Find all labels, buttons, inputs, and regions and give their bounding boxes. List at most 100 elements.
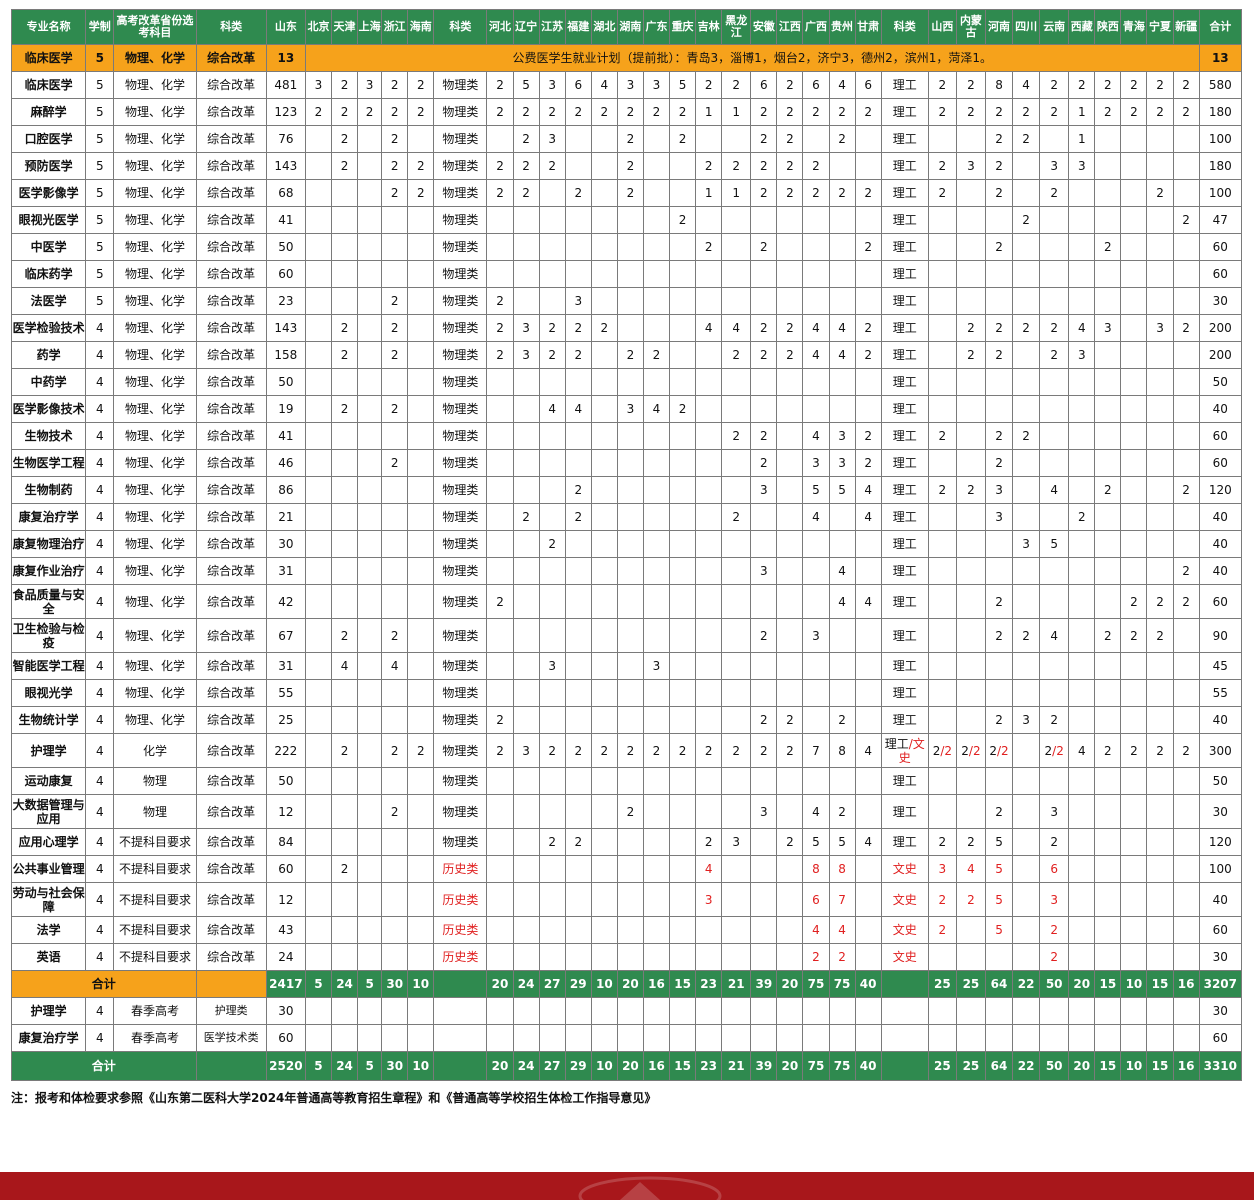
table-cell [538, 882, 566, 917]
table-cell [669, 767, 697, 795]
table-cell: 物理、化学 [113, 152, 197, 180]
table-cell [486, 855, 514, 883]
table-cell [1094, 260, 1122, 288]
table-cell [802, 584, 830, 619]
table-cell [642, 618, 671, 653]
table-cell [616, 530, 644, 558]
table-cell [512, 449, 540, 477]
table-cell: 2 [927, 422, 957, 450]
total-cell: 27 [538, 1051, 566, 1081]
table-cell [1146, 916, 1174, 944]
table-cell [1120, 997, 1148, 1025]
table-cell: 8 [802, 855, 830, 883]
table-cell: 41 [265, 206, 306, 234]
table-cell [854, 997, 882, 1025]
header-cell: 山西 [927, 9, 957, 45]
table-cell [357, 679, 383, 707]
header-cell: 四川 [1012, 9, 1041, 45]
table-cell [407, 368, 435, 396]
table-cell [486, 530, 514, 558]
row-total: 60 [1198, 422, 1243, 450]
table-cell [695, 206, 723, 234]
table-cell [407, 794, 435, 829]
table-cell [1146, 943, 1174, 971]
table-cell: 4 [85, 855, 115, 883]
table-cell [357, 1024, 383, 1052]
table-cell [564, 557, 592, 585]
total-cell: 24 [330, 1051, 359, 1081]
table-cell [357, 152, 383, 180]
table-cell: 4 [828, 584, 856, 619]
table-cell [669, 943, 697, 971]
table-cell: 物理、化学 [113, 368, 197, 396]
row-total: 30 [1198, 943, 1243, 971]
table-cell: 2 [590, 314, 618, 342]
table-cell: 2 [776, 179, 804, 207]
table-cell [357, 882, 383, 917]
total-cell: 30 [381, 1051, 409, 1081]
table-cell: 2 [750, 422, 778, 450]
table-cell [927, 618, 957, 653]
header-cell: 湖南 [616, 9, 644, 45]
table-cell [1012, 233, 1041, 261]
table-cell: 2 [1012, 314, 1041, 342]
table-cell [330, 503, 359, 531]
table-cell [1012, 395, 1041, 423]
table-cell: 2 [642, 733, 671, 768]
table-row: 康复治疗学 4 物理、化学 综合改革 21 物理类 2 2 2 4 4 理工 3 2 40 [10, 503, 1243, 531]
table-cell [357, 584, 383, 619]
table-cell: 24 [265, 943, 306, 971]
table-cell: 物理、化学 [113, 341, 197, 369]
table-cell [1120, 476, 1148, 504]
table-cell [330, 287, 359, 315]
table-cell [721, 233, 752, 261]
enrollment-plan-table: 专业名称 学制 高考改革省份选考科目 科类 山东 北京 天津 上海 浙江 海南 科类 河北 辽宁 江苏 福建… [10, 9, 1243, 1081]
table-cell: 综合改革 [195, 855, 267, 883]
table-cell [1120, 828, 1148, 856]
table-cell: 3 [1039, 794, 1070, 829]
table-cell [1012, 733, 1041, 768]
table-cell [776, 503, 804, 531]
table-cell: 2 [776, 314, 804, 342]
row-total: 55 [1198, 679, 1243, 707]
table-cell [564, 767, 592, 795]
table-cell [1120, 314, 1148, 342]
table-cell: 1 [1068, 125, 1096, 153]
total-cell: 40 [854, 1051, 882, 1081]
total-cell: 30 [381, 970, 409, 998]
total-cell: 24 [512, 970, 540, 998]
grand-total-row: 合计 2520 5 24 5 30 10 20 24 27 29 10 20 16 15 23 21 39 20 75… [11, 1051, 1243, 1081]
table-cell [486, 997, 514, 1025]
table-cell [512, 652, 540, 680]
table-cell: 理工 [880, 828, 929, 856]
table-cell [304, 422, 333, 450]
table-cell: 5 [984, 855, 1014, 883]
table-cell [1068, 855, 1096, 883]
total-cell: 20 [486, 970, 514, 998]
table-cell [721, 618, 752, 653]
footnote: 注：报考和体检要求参照《山东第二医科大学2024年普通高等教育招生章程》和《普通… [11, 1091, 657, 1105]
table-cell [721, 557, 752, 585]
table-cell [955, 706, 986, 734]
table-cell: 综合改革 [195, 206, 267, 234]
table-cell: 物理类 [433, 368, 488, 396]
table-cell: 4 [802, 314, 830, 342]
table-cell: 2 [828, 125, 856, 153]
table-cell: 物理、化学 [113, 679, 197, 707]
table-cell [381, 706, 409, 734]
table-cell: 2 [330, 733, 359, 768]
table-cell: 2 [1146, 618, 1174, 653]
total-cell: 20 [1068, 970, 1096, 998]
total-cell: 16 [1172, 1051, 1200, 1081]
table-cell [195, 970, 267, 998]
table-cell: 2 [486, 98, 514, 126]
table-cell [669, 652, 697, 680]
table-cell [955, 618, 986, 653]
table-cell [1039, 395, 1070, 423]
major-name: 智能医学工程 [10, 652, 87, 680]
table-cell: 2 [1012, 422, 1041, 450]
table-cell [642, 1024, 671, 1052]
table-cell: 2 [1172, 314, 1200, 342]
table-cell [590, 422, 618, 450]
table-cell [1146, 152, 1174, 180]
